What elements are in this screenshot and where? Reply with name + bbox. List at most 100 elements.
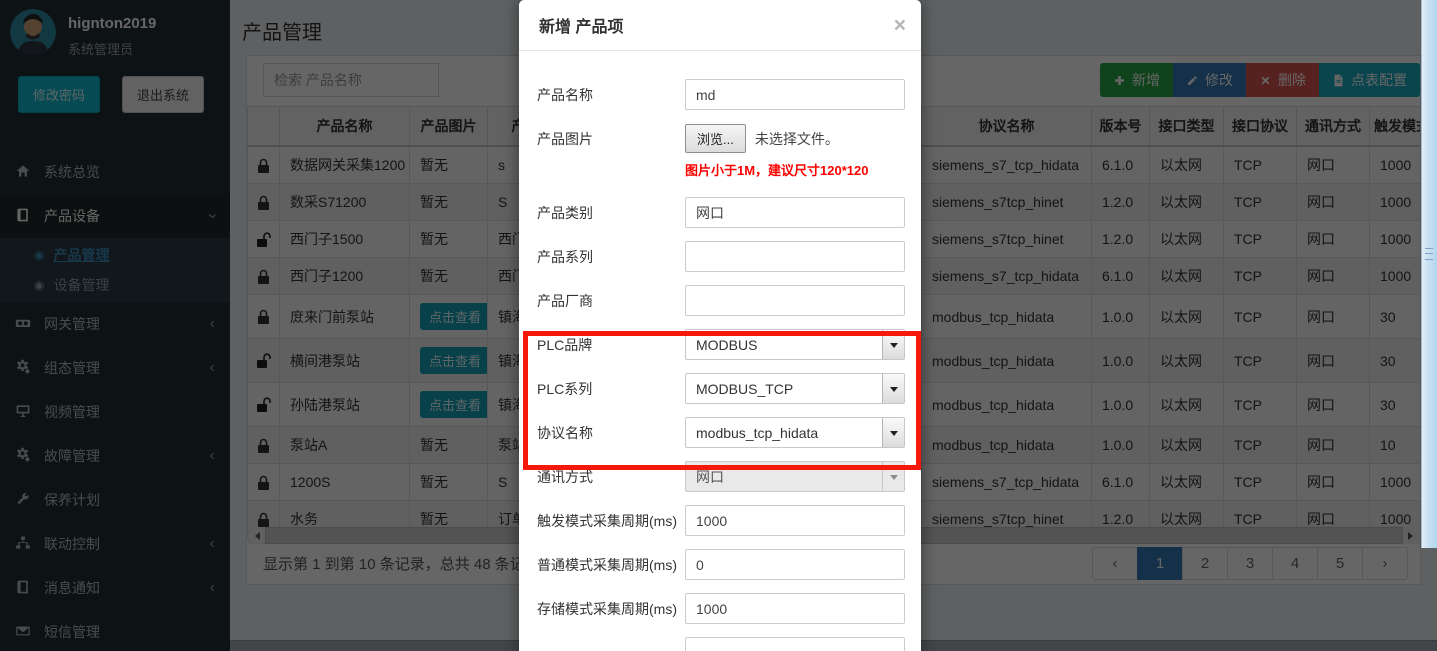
cell-interface-protocol: TCP [1224,221,1297,258]
sidebar-item-maintenance-plan[interactable]: 保养计划 [0,478,230,522]
change-password-button[interactable]: 修改密码 [18,76,100,113]
search-input[interactable] [263,63,439,97]
avatar [10,9,56,55]
delete-button[interactable]: 删除 [1246,63,1319,97]
cell-product-name: 1200S [280,464,410,501]
sidebar-item-video-manage[interactable]: 视频管理 [0,390,230,434]
column-header[interactable] [248,107,280,147]
sidebar-item-label: 网关管理 [44,314,210,334]
column-header[interactable]: 触发模式 [1370,107,1421,147]
column-header[interactable]: 产品名称 [280,107,410,147]
select-value: 网口 [686,462,882,491]
extra-field-input[interactable] [685,637,905,651]
field-label: PLC系列 [537,379,685,399]
product-category-input[interactable] [685,197,905,228]
column-header[interactable]: 版本号 [1092,107,1150,147]
submenu-product-device: ◉产品管理◉设备管理 [0,238,230,302]
field-label: PLC品牌 [537,335,685,355]
column-header[interactable]: 协议名称 [922,107,1092,147]
cell-protocol-name: modbus_tcp_hidata [922,339,1092,383]
avatar-image [10,9,56,55]
cell-protocol-name: modbus_tcp_hidata [922,295,1092,339]
dropdown-arrow-icon[interactable] [882,330,904,359]
protocol-name-select[interactable]: modbus_tcp_hidata [685,417,905,448]
chevron-left-icon: ‹ [210,316,215,332]
cell-comm-mode: 网口 [1297,464,1370,501]
sidebar-item-label: 保养计划 [44,490,215,510]
page-number-button[interactable]: 3 [1227,547,1273,580]
sidebar-item-label: 短信管理 [44,622,215,642]
sidebar-item-product-device[interactable]: 产品设备‹ [0,194,230,238]
cell-comm-mode: 网口 [1297,295,1370,339]
cell-product-name: 孙陆港泵站 [280,383,410,427]
point-table-config-button[interactable]: 点表配置 [1319,63,1420,97]
sidebar-item-sms-manage[interactable]: 短信管理 [0,610,230,651]
add-button[interactable]: 新增 [1100,63,1173,97]
records-summary: 显示第 1 到第 10 条记录，总共 48 条记录 [263,553,540,574]
plc-series-select[interactable]: MODBUS_TCP [685,373,905,404]
page-number-button[interactable]: 2 [1182,547,1228,580]
window-vertical-scrollbar[interactable] [1421,0,1437,548]
dropdown-arrow-icon[interactable] [882,374,904,403]
product-series-input[interactable] [685,241,905,272]
cell-interface-protocol: TCP [1224,383,1297,427]
field-label: 协议名称 [537,423,685,443]
file-selected-text: 未选择文件。 [755,129,839,149]
product-vendor-input[interactable] [685,285,905,316]
modal-title: 新增 产品项 [539,13,894,37]
browse-button[interactable]: 浏览... [685,124,746,153]
column-header[interactable]: 接口类型 [1150,107,1224,147]
edit-button[interactable]: 修改 [1173,63,1246,97]
page-number-button[interactable]: 1 [1137,547,1183,580]
sidebar: hignton2019 系统管理员 修改密码 退出系统 系统总览产品设备‹◉产品… [0,0,230,651]
page-prev-button[interactable]: ‹ [1092,547,1138,580]
view-image-button[interactable]: 点击查看 [420,303,488,330]
cell-interface-protocol: TCP [1224,184,1297,221]
sidebar-item-device-manage[interactable]: ◉设备管理 [0,270,230,300]
sidebar-item-product-manage[interactable]: ◉产品管理 [0,240,230,270]
storage-period-input[interactable] [685,593,905,624]
cell-version: 6.1.0 [1092,146,1150,184]
sidebar-item-gateway-manage[interactable]: 网关管理‹ [0,302,230,346]
logout-button[interactable]: 退出系统 [122,76,204,113]
view-image-button[interactable]: 点击查看 [420,391,488,418]
sidebar-item-message-notify[interactable]: 消息通知‹ [0,566,230,610]
page-number-button[interactable]: 5 [1317,547,1363,580]
product-name-input[interactable] [685,79,905,110]
cell-trigger-period: 30 [1370,339,1421,383]
plc-brand-select[interactable]: MODBUS [685,329,905,360]
field-label: 产品名称 [537,85,685,105]
page-next-button[interactable]: › [1362,547,1408,580]
normal-period-input[interactable] [685,549,905,580]
trigger-period-input[interactable] [685,505,905,536]
field-row-storage-period: 存储模式采集周期(ms) [537,593,905,624]
sidebar-item-config-manage[interactable]: 组态管理‹ [0,346,230,390]
field-control: 图片小于1M，建议尺寸120*120 [685,160,905,179]
sidebar-item-linkage-control[interactable]: 联动控制‹ [0,522,230,566]
column-header[interactable]: 通讯方式 [1297,107,1370,147]
cell-trigger-period: 30 [1370,295,1421,339]
locked-icon [248,427,280,464]
toolbar-button-label: 新增 [1132,70,1160,90]
view-image-button[interactable]: 点击查看 [420,347,488,374]
page-number-button[interactable]: 4 [1272,547,1318,580]
field-label: 产品类别 [537,203,685,223]
field-row-comm-mode: 通讯方式网口 [537,461,905,492]
field-control [685,285,905,316]
close-icon[interactable]: × [894,15,906,36]
scroll-right-arrow-icon[interactable] [1403,527,1420,544]
circle-dot-icon: ◉ [34,278,44,292]
toolbar-button-label: 修改 [1205,70,1233,90]
cell-comm-mode: 网口 [1297,258,1370,295]
column-header[interactable]: 接口协议 [1224,107,1297,147]
sitemap-icon [15,535,33,553]
cell-protocol-name: siemens_s7_tcp_hidata [922,146,1092,184]
column-header[interactable]: 产品图片 [410,107,488,147]
sidebar-item-system-overview[interactable]: 系统总览 [0,150,230,194]
scrollbar-grip-icon[interactable] [1425,248,1433,260]
cell-protocol-name: siemens_s7_tcp_hidata [922,258,1092,295]
sidebar-item-fault-manage[interactable]: 故障管理‹ [0,434,230,478]
dropdown-arrow-icon[interactable] [882,418,904,447]
scroll-left-arrow-icon[interactable] [248,527,265,544]
locked-icon [248,295,280,339]
